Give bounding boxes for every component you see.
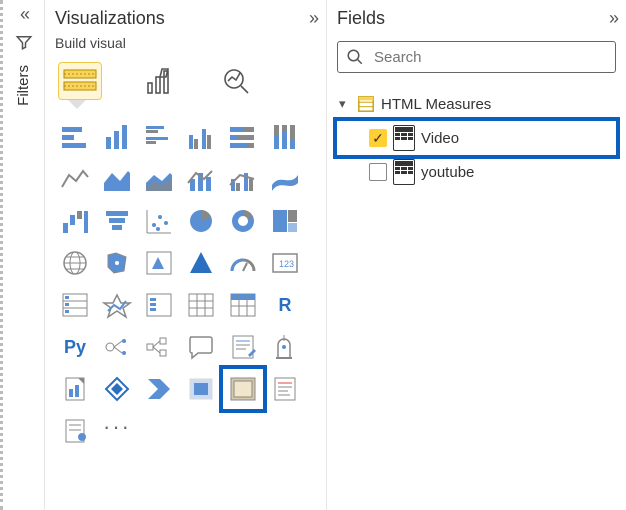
collapse-fields-chevron[interactable]: » bbox=[609, 8, 616, 29]
get-more-visuals-icon[interactable]: ··· bbox=[97, 411, 137, 451]
visualizations-title: Visualizations bbox=[55, 8, 165, 29]
collapse-visualizations-chevron[interactable]: » bbox=[309, 8, 316, 29]
filters-icon bbox=[15, 33, 33, 51]
waterfall-chart-icon[interactable] bbox=[55, 201, 95, 241]
search-icon bbox=[346, 48, 364, 66]
format-tab[interactable] bbox=[137, 63, 179, 99]
key-influencers-icon[interactable] bbox=[97, 327, 137, 367]
field-checkbox[interactable] bbox=[369, 163, 387, 181]
field-name: youtube bbox=[421, 164, 474, 181]
chevron-down-icon: ▾ bbox=[339, 96, 351, 112]
fields-title: Fields bbox=[337, 8, 385, 29]
treemap-icon[interactable] bbox=[265, 201, 305, 241]
funnel-chart-icon[interactable] bbox=[97, 201, 137, 241]
card-icon[interactable]: 123 bbox=[265, 243, 305, 283]
goals-icon[interactable] bbox=[265, 327, 305, 367]
line-stacked-column-icon[interactable] bbox=[181, 159, 221, 199]
analytics-tab[interactable] bbox=[215, 63, 257, 99]
matrix-icon[interactable] bbox=[223, 285, 263, 325]
power-apps-icon[interactable] bbox=[97, 369, 137, 409]
filters-pane-label[interactable]: Filters bbox=[15, 65, 32, 106]
measure-icon bbox=[393, 159, 415, 185]
area-chart-icon[interactable] bbox=[97, 159, 137, 199]
stacked-area-chart-icon[interactable] bbox=[139, 159, 179, 199]
python-visual-icon[interactable]: Py bbox=[55, 327, 95, 367]
stacked-bar-chart-icon[interactable] bbox=[55, 117, 95, 157]
field-name: Video bbox=[421, 130, 459, 147]
map-icon[interactable] bbox=[55, 243, 95, 283]
filled-map-icon[interactable] bbox=[97, 243, 137, 283]
power-automate-icon[interactable] bbox=[139, 369, 179, 409]
hundred-stacked-column-icon[interactable] bbox=[265, 117, 305, 157]
clustered-column-chart-icon[interactable] bbox=[181, 117, 221, 157]
smart-narrative-icon[interactable] bbox=[223, 327, 263, 367]
field-checkbox[interactable]: ✓ bbox=[369, 129, 387, 147]
kpi-icon[interactable] bbox=[97, 285, 137, 325]
table-name: HTML Measures bbox=[381, 96, 491, 113]
custom-visual-2-icon[interactable] bbox=[265, 369, 305, 409]
slicer-icon[interactable] bbox=[139, 285, 179, 325]
custom-visual-1-icon[interactable] bbox=[181, 369, 221, 409]
multi-row-card-icon[interactable] bbox=[55, 285, 95, 325]
svg-text:123: 123 bbox=[279, 259, 294, 269]
paginated-report-icon[interactable] bbox=[55, 369, 95, 409]
azure-map-icon[interactable] bbox=[139, 243, 179, 283]
arcgis-map-icon[interactable] bbox=[181, 243, 221, 283]
custom-visual-3-icon[interactable] bbox=[55, 411, 95, 451]
r-visual-icon[interactable]: R bbox=[265, 285, 305, 325]
build-visual-tab[interactable] bbox=[59, 63, 101, 99]
line-clustered-column-icon[interactable] bbox=[223, 159, 263, 199]
table-icon bbox=[357, 95, 375, 113]
fields-search-box[interactable] bbox=[337, 41, 616, 73]
html-content-visual-icon[interactable] bbox=[223, 369, 263, 409]
stacked-column-chart-icon[interactable] bbox=[97, 117, 137, 157]
tab-pointer bbox=[67, 99, 87, 109]
decomposition-tree-icon[interactable] bbox=[139, 327, 179, 367]
qa-visual-icon[interactable] bbox=[181, 327, 221, 367]
line-chart-icon[interactable] bbox=[55, 159, 95, 199]
expand-filters-chevron[interactable]: « bbox=[20, 4, 27, 25]
field-row[interactable]: ✓ Video bbox=[337, 121, 616, 155]
donut-chart-icon[interactable] bbox=[223, 201, 263, 241]
gauge-icon[interactable] bbox=[223, 243, 263, 283]
ribbon-chart-icon[interactable] bbox=[265, 159, 305, 199]
pie-chart-icon[interactable] bbox=[181, 201, 221, 241]
scatter-chart-icon[interactable] bbox=[139, 201, 179, 241]
table-row[interactable]: ▾ HTML Measures bbox=[337, 87, 616, 121]
measure-icon bbox=[393, 125, 415, 151]
hundred-stacked-bar-icon[interactable] bbox=[223, 117, 263, 157]
field-row[interactable]: youtube bbox=[337, 155, 616, 189]
table-icon[interactable] bbox=[181, 285, 221, 325]
clustered-bar-chart-icon[interactable] bbox=[139, 117, 179, 157]
fields-search-input[interactable] bbox=[372, 48, 607, 67]
build-visual-label: Build visual bbox=[55, 35, 316, 51]
